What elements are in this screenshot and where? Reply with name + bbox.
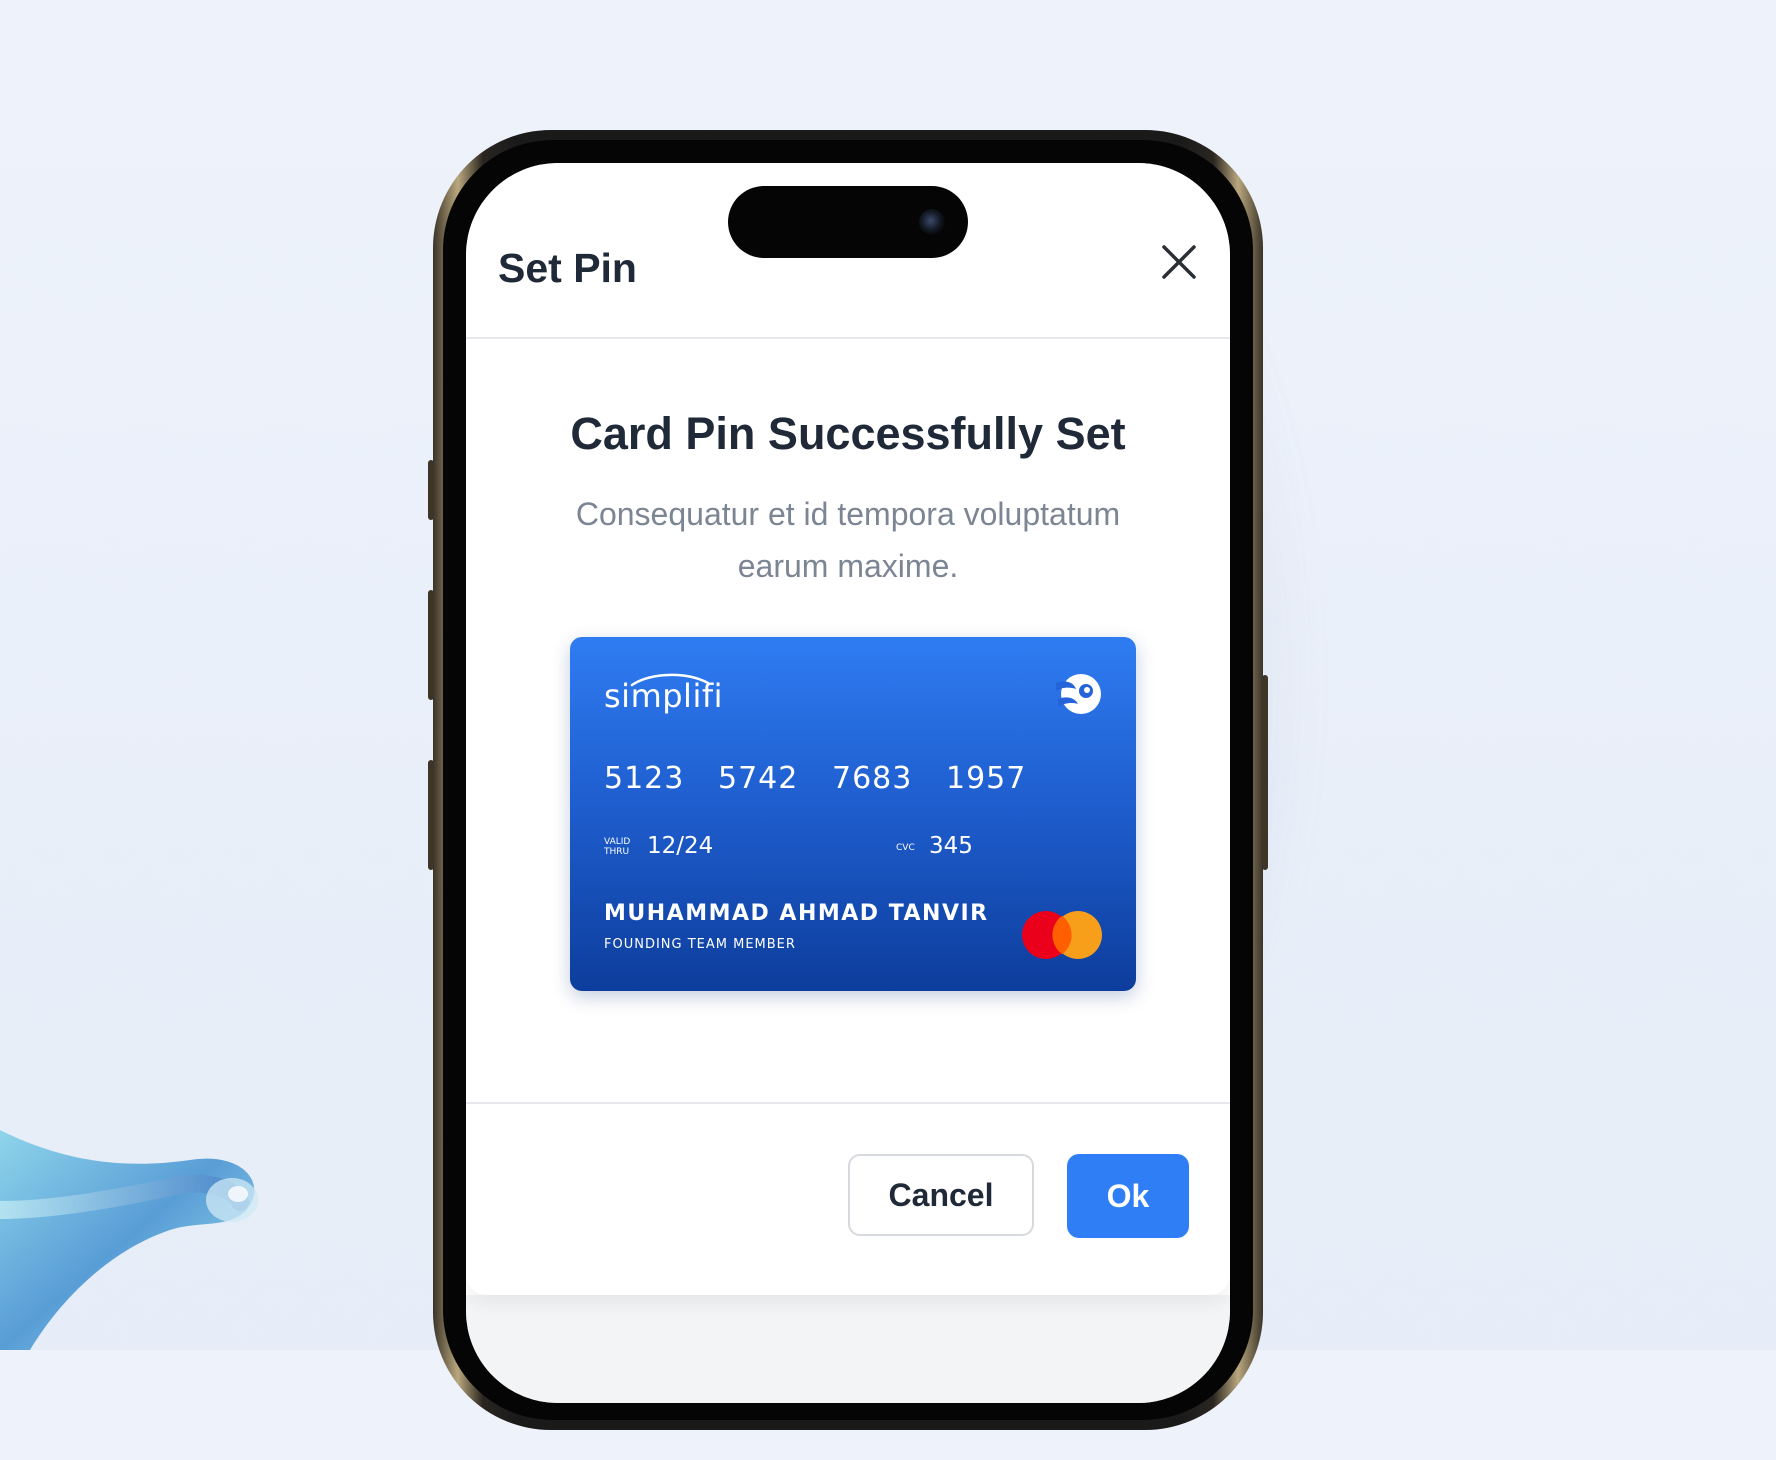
decorative-glass-shape xyxy=(0,1130,258,1350)
valid-thru-label-line1: VALID xyxy=(604,837,631,847)
underlying-page xyxy=(466,1295,1230,1403)
ok-button[interactable]: Ok xyxy=(1067,1154,1189,1238)
valid-thru-label-line2: THRU xyxy=(604,847,630,857)
card-number-group-4: 1957 xyxy=(946,761,1027,796)
success-description: Consequatur et id tempora voluptatum ear… xyxy=(575,496,1121,584)
phone-side-button xyxy=(428,460,434,520)
cvc-value: 345 xyxy=(929,833,973,859)
card-number-group-1: 5123 xyxy=(604,761,685,796)
header-divider xyxy=(466,337,1230,339)
cancel-button[interactable]: Cancel xyxy=(848,1154,1034,1236)
modal-title: Set Pin xyxy=(498,245,637,291)
mastercard-icon xyxy=(1022,911,1102,959)
front-camera-icon xyxy=(919,209,945,235)
phone-screen: Set Pin Card Pin Successfully Set Conseq… xyxy=(466,163,1230,1403)
footer-divider xyxy=(466,1102,1230,1104)
phone-volume-down xyxy=(428,760,434,870)
card-holder-role: FOUNDING TEAM MEMBER xyxy=(604,937,796,952)
card-number-group-2: 5742 xyxy=(718,761,799,796)
card-number-group-3: 7683 xyxy=(832,761,913,796)
set-pin-modal: Set Pin Card Pin Successfully Set Conseq… xyxy=(466,163,1230,1295)
success-heading: Card Pin Successfully Set xyxy=(570,408,1126,459)
card-holder-name: MUHAMMAD AHMAD TANVIR xyxy=(604,901,989,926)
close-icon[interactable] xyxy=(1158,241,1200,283)
card-brand: simplifi xyxy=(604,677,723,715)
credit-card: simplifi 5123 5742 7683 1957 VALID THRU … xyxy=(570,637,1136,991)
phone-power-button xyxy=(1262,675,1268,870)
simplifi-logo-icon xyxy=(1056,674,1101,714)
valid-thru-value: 12/24 xyxy=(647,833,714,859)
cvc-label: CVC xyxy=(896,843,915,853)
phone-volume-up xyxy=(428,590,434,700)
valid-thru-label: VALID THRU xyxy=(604,837,630,857)
